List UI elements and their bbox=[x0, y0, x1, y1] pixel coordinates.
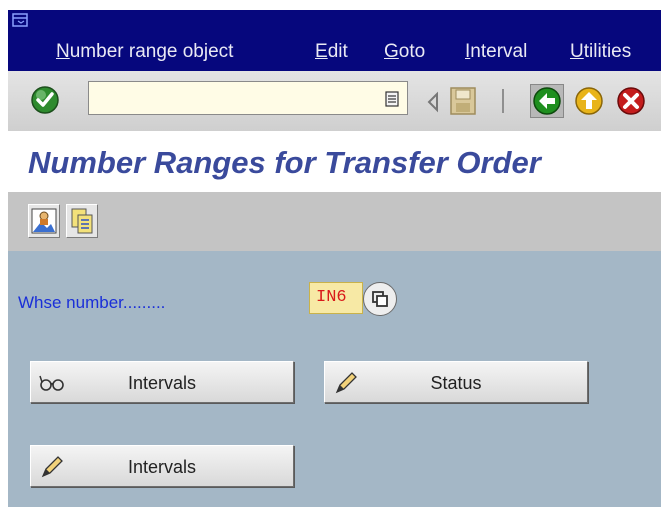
page-title: Number Ranges for Transfer Order bbox=[28, 145, 541, 180]
back-button[interactable] bbox=[530, 84, 564, 118]
exit-button[interactable] bbox=[572, 84, 606, 118]
menu-number-range-object[interactable]: Number range object bbox=[56, 41, 233, 63]
command-field[interactable] bbox=[88, 81, 408, 115]
enter-icon bbox=[31, 86, 59, 114]
intervals-display-button[interactable]: Intervals bbox=[30, 361, 294, 403]
intervals-display-label: Intervals bbox=[127, 373, 197, 393]
menu-interval[interactable]: Interval bbox=[465, 41, 527, 63]
overview-button[interactable] bbox=[28, 204, 60, 238]
intervals-change-label: Intervals bbox=[127, 457, 197, 477]
copy-button[interactable] bbox=[66, 204, 98, 238]
menu-edit[interactable]: Edit bbox=[315, 41, 348, 63]
value-help-button[interactable] bbox=[363, 282, 397, 316]
back-arrow-icon[interactable] bbox=[426, 91, 440, 113]
title-bar: Number Ranges for Transfer Order bbox=[8, 131, 661, 192]
status-label: Status bbox=[430, 373, 482, 393]
exit-icon bbox=[575, 87, 603, 115]
sap-window: Number range object Edit Goto Interval U… bbox=[8, 10, 661, 507]
history-icon[interactable] bbox=[385, 91, 399, 107]
overview-icon bbox=[31, 208, 57, 234]
save-icon[interactable] bbox=[448, 85, 478, 117]
value-help-icon bbox=[372, 291, 388, 307]
whse-number-field[interactable]: IN6 bbox=[309, 282, 363, 314]
back-icon bbox=[533, 87, 561, 115]
content-area: Whse number......... IN6 Intervals Statu… bbox=[8, 251, 661, 507]
command-input[interactable] bbox=[93, 84, 377, 114]
menu-utilities[interactable]: Utilities bbox=[570, 41, 631, 63]
system-menu-icon[interactable] bbox=[12, 13, 28, 27]
enter-button[interactable] bbox=[28, 83, 62, 117]
cancel-icon bbox=[617, 87, 645, 115]
cancel-button[interactable] bbox=[614, 84, 648, 118]
application-toolbar bbox=[8, 192, 661, 251]
toolbar-separator bbox=[502, 89, 504, 113]
standard-toolbar bbox=[8, 71, 661, 132]
copy-icon bbox=[71, 208, 93, 234]
menu-bar: Number range object Edit Goto Interval U… bbox=[8, 10, 661, 71]
intervals-change-button[interactable]: Intervals bbox=[30, 445, 294, 487]
whse-number-label: Whse number......... bbox=[18, 293, 166, 312]
status-change-button[interactable]: Status bbox=[324, 361, 588, 403]
menu-goto[interactable]: Goto bbox=[384, 41, 425, 63]
